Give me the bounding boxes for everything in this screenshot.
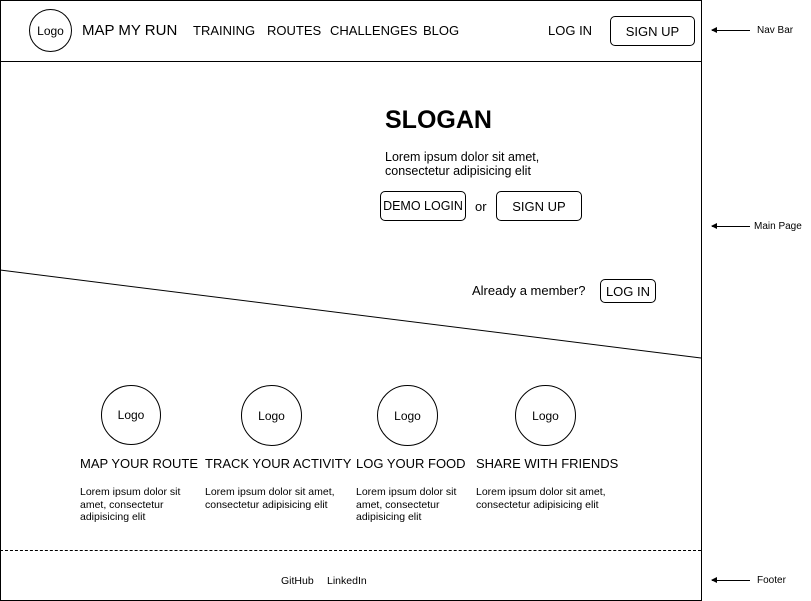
brand-name[interactable]: MAP MY RUN xyxy=(82,22,177,39)
feature-title-share-friends: SHARE WITH FRIENDS xyxy=(476,456,619,471)
nav-bar-arrow xyxy=(711,27,750,33)
footer-link-linkedin[interactable]: LinkedIn xyxy=(327,575,367,587)
feature-logo-track-activity: Logo xyxy=(241,385,302,446)
footer-link-github[interactable]: GitHub xyxy=(281,575,314,587)
feature-body-track-activity: Lorem ipsum dolor sit amet, consectetur … xyxy=(205,486,335,511)
main-page-annotation: Main Page xyxy=(754,221,802,232)
nav-link-routes[interactable]: ROUTES xyxy=(267,23,321,38)
member-prompt: Already a member? xyxy=(472,283,586,298)
nav-login-link[interactable]: LOG IN xyxy=(548,23,592,38)
feature-title-track-activity: TRACK YOUR ACTIVITY xyxy=(205,456,352,471)
main-page-arrow xyxy=(711,223,750,229)
nav-link-challenges[interactable]: CHALLENGES xyxy=(330,23,417,38)
nav-logo[interactable]: Logo xyxy=(29,9,72,52)
nav-signup-button[interactable]: SIGN UP xyxy=(610,16,695,46)
hero-signup-button[interactable]: SIGN UP xyxy=(496,191,582,221)
feature-title-log-food: LOG YOUR FOOD xyxy=(356,456,466,471)
or-text: or xyxy=(475,199,487,214)
footer-annotation: Footer xyxy=(757,575,786,586)
feature-body-map-route: Lorem ipsum dolor sit amet, consectetur … xyxy=(80,486,181,523)
hero-text-line1: Lorem ipsum dolor sit amet, xyxy=(385,150,540,164)
feature-logo-log-food: Logo xyxy=(377,385,438,446)
hero-text-line2: consectetur adipisicing elit xyxy=(385,164,531,178)
nav-link-blog[interactable]: BLOG xyxy=(423,23,459,38)
hero-login-button[interactable]: LOG IN xyxy=(600,279,656,303)
footer-divider xyxy=(0,550,701,551)
feature-body-log-food: Lorem ipsum dolor sit amet, consectetur … xyxy=(356,486,457,523)
feature-logo-share-friends: Logo xyxy=(515,385,576,446)
feature-body-share-friends: Lorem ipsum dolor sit amet, consectetur … xyxy=(476,486,606,511)
nav-link-training[interactable]: TRAINING xyxy=(193,23,255,38)
feature-logo-map-route: Logo xyxy=(101,385,161,445)
nav-bar-annotation: Nav Bar xyxy=(757,25,794,36)
demo-login-button[interactable]: DEMO LOGIN xyxy=(380,191,466,221)
feature-title-map-route: MAP YOUR ROUTE xyxy=(80,456,198,471)
footer-arrow xyxy=(711,577,750,583)
slogan-heading: SLOGAN xyxy=(385,106,492,134)
